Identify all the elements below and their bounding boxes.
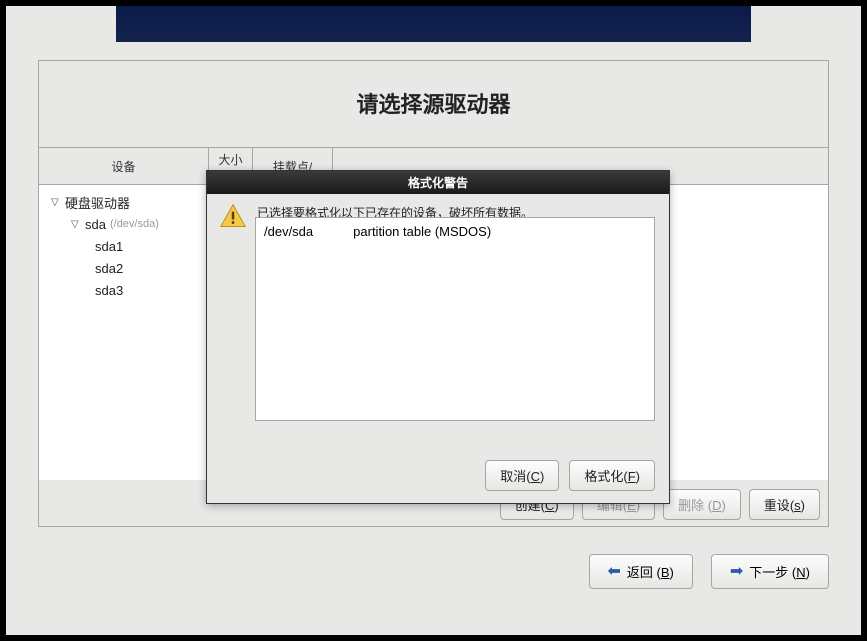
expander-icon[interactable]: ▽ xyxy=(51,197,65,208)
expander-icon[interactable]: ▽ xyxy=(71,219,85,230)
col-device[interactable]: 设备 xyxy=(39,148,209,184)
list-item[interactable]: /dev/sda partition table (MSDOS) xyxy=(264,224,646,239)
format-button[interactable]: 格式化(F) xyxy=(569,460,655,491)
header-banner xyxy=(116,6,751,42)
warning-icon xyxy=(219,202,247,230)
cancel-button[interactable]: 取消(C) xyxy=(485,460,559,491)
arrow-right-icon: ➡ xyxy=(730,564,743,580)
format-warning-dialog: 格式化警告 已选择要格式化以下已存在的设备，破坏所有数据。 /dev/sda p… xyxy=(206,170,670,504)
sda-hint: (/dev/sda) xyxy=(110,218,159,230)
sda-label: sda xyxy=(85,217,106,232)
reset-button[interactable]: 重设(s) xyxy=(749,489,820,520)
delete-button: 删除 (D) xyxy=(663,489,741,520)
installer-window: 请选择源驱动器 设备 大小 (M 挂载点/ ▽ 硬盘驱动器 ▽ xyxy=(6,6,861,635)
root-label: 硬盘驱动器 xyxy=(65,193,130,212)
page-title: 请选择源驱动器 xyxy=(39,61,828,143)
nav-bar: ⬅ 返回 (B) ➡ 下一步 (N) xyxy=(6,554,861,589)
list-device: /dev/sda xyxy=(264,224,313,239)
dialog-actions: 取消(C) 格式化(F) xyxy=(485,460,655,491)
dialog-title: 格式化警告 xyxy=(207,171,669,194)
back-button[interactable]: ⬅ 返回 (B) xyxy=(589,554,693,589)
next-button[interactable]: ➡ 下一步 (N) xyxy=(711,554,829,589)
list-desc: partition table (MSDOS) xyxy=(353,224,491,239)
arrow-left-icon: ⬅ xyxy=(608,564,621,580)
dialog-list[interactable]: /dev/sda partition table (MSDOS) xyxy=(255,217,655,421)
